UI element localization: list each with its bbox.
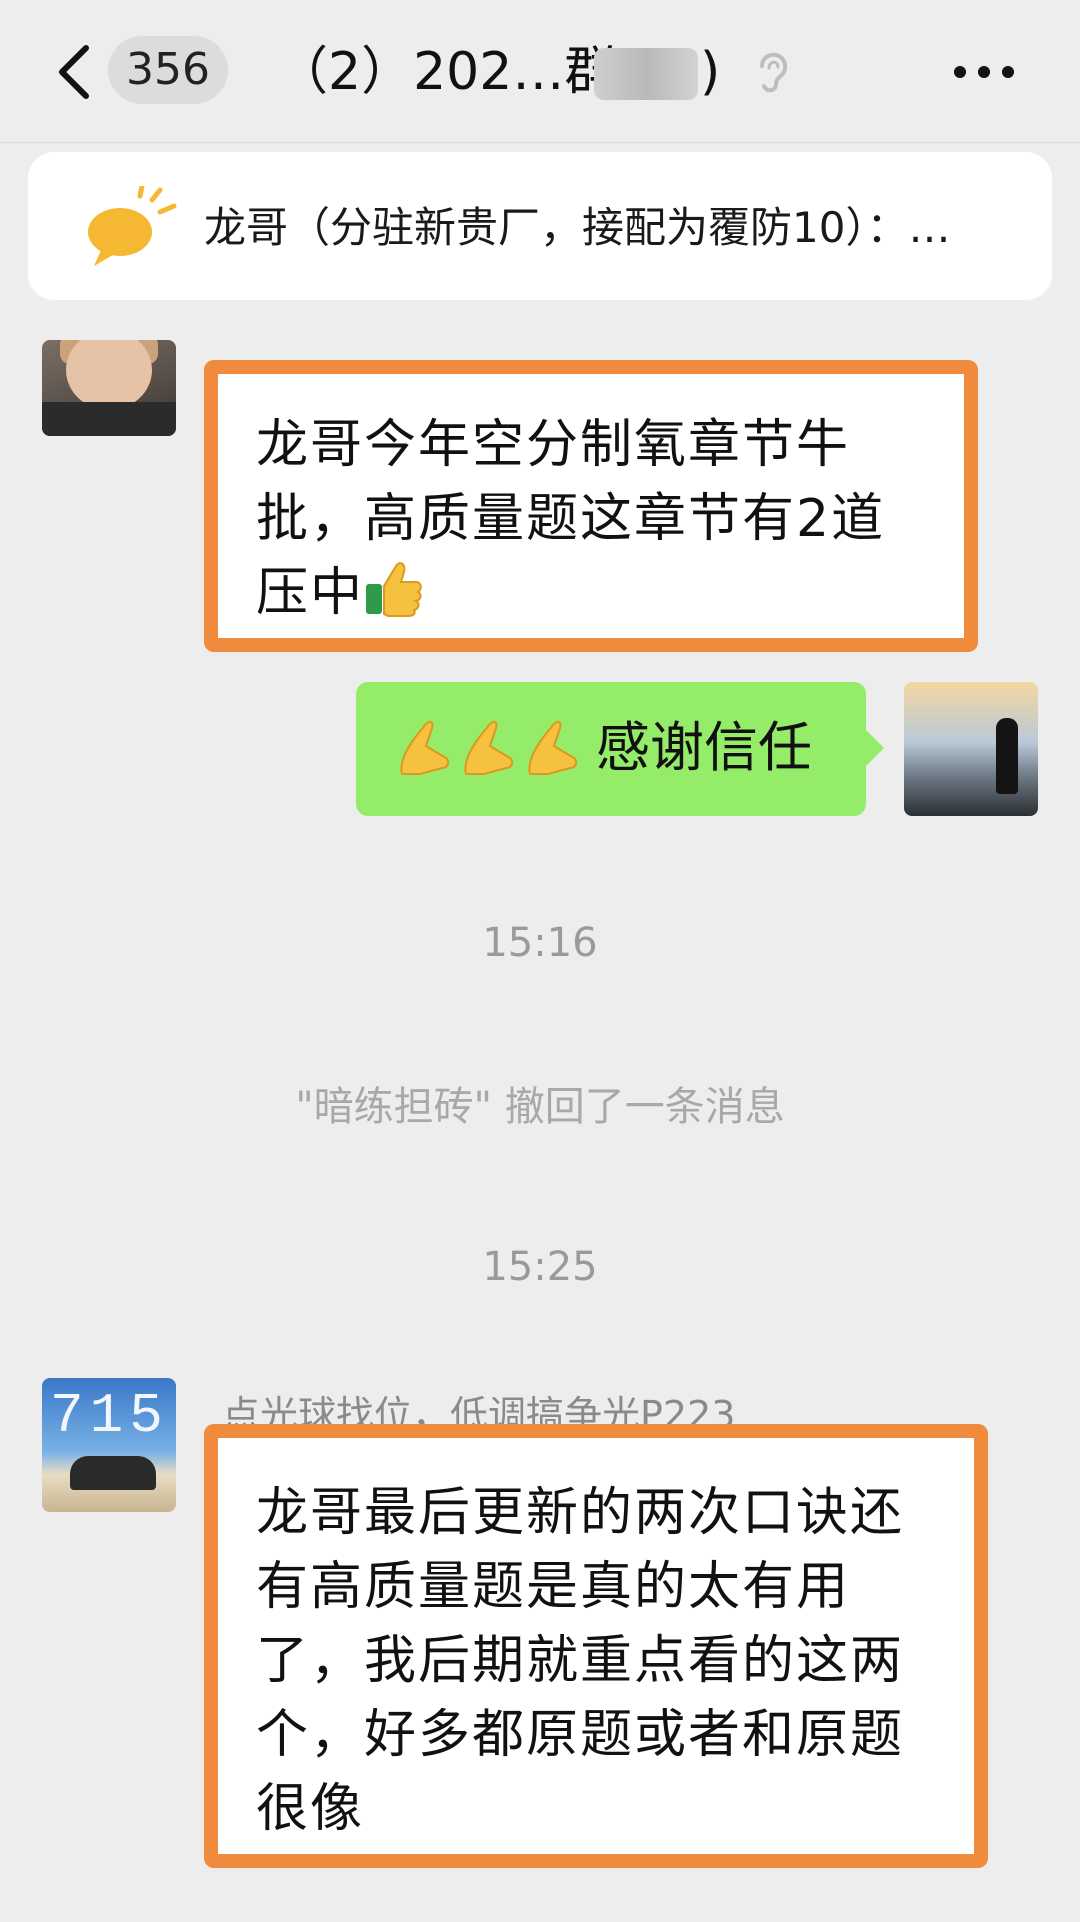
timestamp: 15:16 xyxy=(482,920,598,966)
self-avatar[interactable] xyxy=(904,682,1038,816)
message-bubble-highlighted[interactable]: 龙哥最后更新的两次口诀还 有高质量题是真的太有用 了，我后期就重点看的这两 个，… xyxy=(204,1424,988,1868)
timestamp: 15:25 xyxy=(482,1244,598,1290)
sender-avatar[interactable] xyxy=(42,340,176,436)
ear-mode-icon xyxy=(760,52,788,93)
emoji-group xyxy=(396,718,578,778)
message-bubble-highlighted[interactable]: 龙哥今年空分制氧章节牛 批，高质量题这章节有2道 压中 xyxy=(204,360,978,652)
pray-hands-icon xyxy=(400,720,450,775)
sender-avatar[interactable]: 715 xyxy=(42,1378,176,1512)
thumbs-up-icon xyxy=(366,562,422,617)
back-chevron-icon[interactable] xyxy=(50,42,100,102)
self-message-bubble[interactable]: 感谢信任 xyxy=(356,682,884,816)
notice-text: 龙哥（分驻新贵厂，接配为覆防10）：… xyxy=(204,203,951,252)
message-text: 龙哥今年空分制氧章节牛 批，高质量题这章节有2道 压中 xyxy=(256,415,886,623)
recall-notice: "暗练担砖" 撤回了一条消息 xyxy=(295,1084,785,1130)
message-text: 感谢信任 xyxy=(596,716,812,779)
chat-title: （2）202…群( xyxy=(276,42,637,102)
chat-header: 356 （2）202…群( ) xyxy=(0,0,1080,143)
unread-count-badge[interactable]: 356 xyxy=(108,36,228,104)
pray-hands-icon xyxy=(528,720,578,775)
redacted-name xyxy=(594,48,698,100)
announcement-icon xyxy=(88,186,177,266)
pray-hands-icon xyxy=(464,720,514,775)
more-options-icon[interactable] xyxy=(952,64,1016,80)
chat-title-suffix: ) xyxy=(700,42,721,102)
message-text: 龙哥最后更新的两次口诀还 有高质量题是真的太有用 了，我后期就重点看的这两 个，… xyxy=(256,1483,905,1839)
group-notice-bar[interactable]: 龙哥（分驻新贵厂，接配为覆防10）：… xyxy=(28,152,1052,300)
